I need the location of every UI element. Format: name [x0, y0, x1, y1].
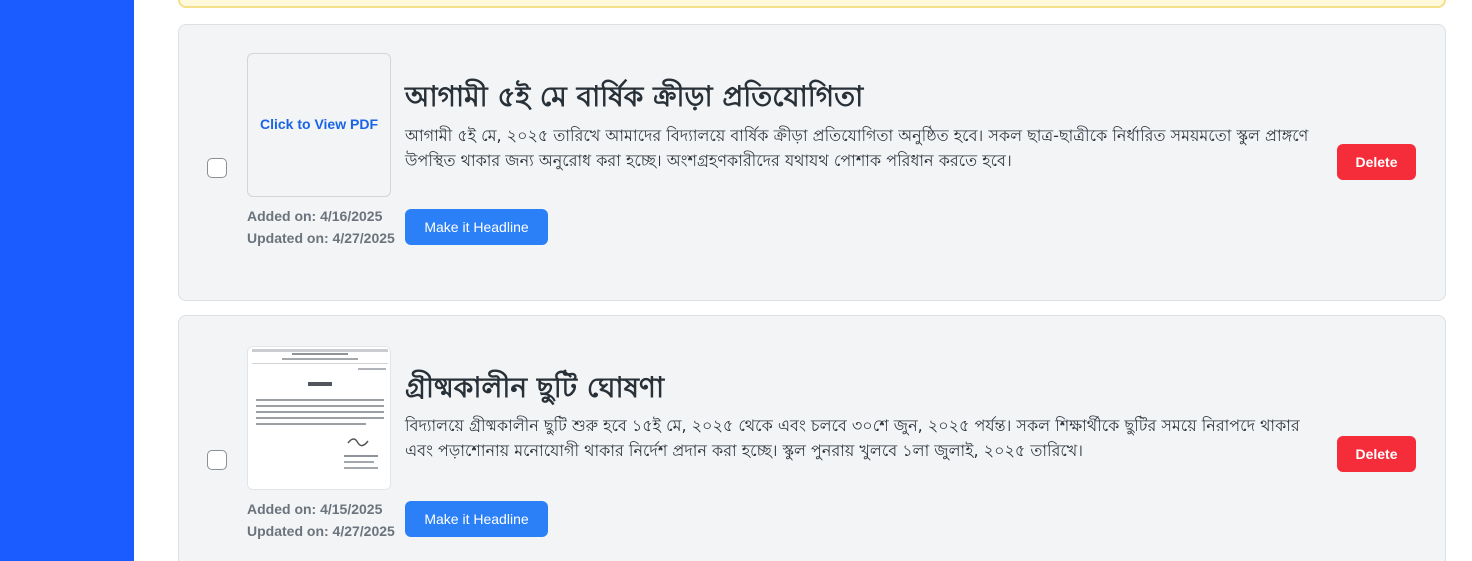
select-checkbox[interactable] [207, 450, 227, 470]
notice-title: আগামী ৫ই মে বার্ষিক ক্রীড়া প্রতিযোগিতা [405, 80, 864, 113]
make-headline-button[interactable]: Make it Headline [405, 501, 548, 537]
notice-title: গ্রীষ্মকালীন ছুটি ঘোষণা [405, 371, 665, 404]
delete-button[interactable]: Delete [1337, 144, 1416, 180]
notice-description: বিদ্যালয়ে গ্রীষ্মকালীন ছুটি শুরু হবে ১৫… [405, 416, 1300, 460]
alert-banner [178, 0, 1446, 8]
updated-date: Updated on: 4/27/2025 [247, 230, 395, 246]
notice-card: Click to View PDF Added on: 4/16/2025 Up… [178, 24, 1446, 301]
added-date: Added on: 4/16/2025 [247, 208, 383, 224]
notice-card: Added on: 4/15/2025 Updated on: 4/27/202… [178, 315, 1446, 561]
main-content: Click to View PDF Added on: 4/16/2025 Up… [134, 0, 1472, 561]
sidebar [0, 0, 134, 561]
pdf-thumbnail[interactable]: Click to View PDF [247, 53, 391, 197]
view-pdf-link[interactable]: Click to View PDF [248, 116, 390, 132]
image-thumbnail[interactable] [247, 346, 391, 490]
document-image-icon [248, 347, 390, 489]
added-date: Added on: 4/15/2025 [247, 501, 383, 517]
updated-date: Updated on: 4/27/2025 [247, 523, 395, 539]
notice-dates: Added on: 4/15/2025 Updated on: 4/27/202… [247, 498, 397, 542]
notice-description: আগামী ৫ই মে, ২০২৫ তারিখে আমাদের বিদ্যালয… [405, 126, 1309, 170]
make-headline-button[interactable]: Make it Headline [405, 209, 548, 245]
select-checkbox[interactable] [207, 158, 227, 178]
notice-dates: Added on: 4/16/2025 Updated on: 4/27/202… [247, 205, 397, 249]
delete-button[interactable]: Delete [1337, 436, 1416, 472]
